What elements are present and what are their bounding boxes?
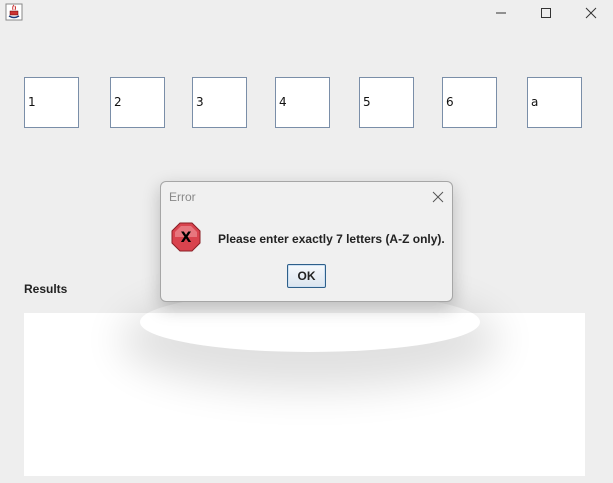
svg-text:X: X	[181, 230, 192, 246]
maximize-icon	[541, 7, 551, 18]
close-window-button[interactable]	[568, 0, 613, 25]
minimize-icon	[496, 12, 506, 13]
close-icon	[432, 191, 444, 203]
maximize-button[interactable]	[523, 0, 569, 25]
title-bar	[0, 0, 613, 27]
error-icon: X	[171, 222, 201, 252]
letter-input-6[interactable]	[442, 77, 497, 128]
java-icon	[5, 3, 23, 21]
letter-input-2[interactable]	[110, 77, 165, 128]
close-icon	[585, 7, 597, 18]
results-area[interactable]	[24, 313, 585, 476]
letter-input-1[interactable]	[24, 77, 79, 128]
letter-input-4[interactable]	[275, 77, 330, 128]
letter-input-5[interactable]	[359, 77, 414, 128]
results-label: Results	[24, 282, 68, 296]
dialog-close-button[interactable]	[431, 189, 445, 203]
minimize-button[interactable]	[478, 0, 524, 25]
error-dialog: Error X Please enter exactly 7 letters (…	[160, 181, 453, 302]
dialog-title: Error	[169, 190, 196, 204]
ok-button[interactable]: OK	[287, 264, 326, 288]
letter-input-3[interactable]	[192, 77, 247, 128]
dialog-message: Please enter exactly 7 letters (A-Z only…	[218, 232, 445, 246]
letter-input-7[interactable]	[527, 77, 582, 128]
